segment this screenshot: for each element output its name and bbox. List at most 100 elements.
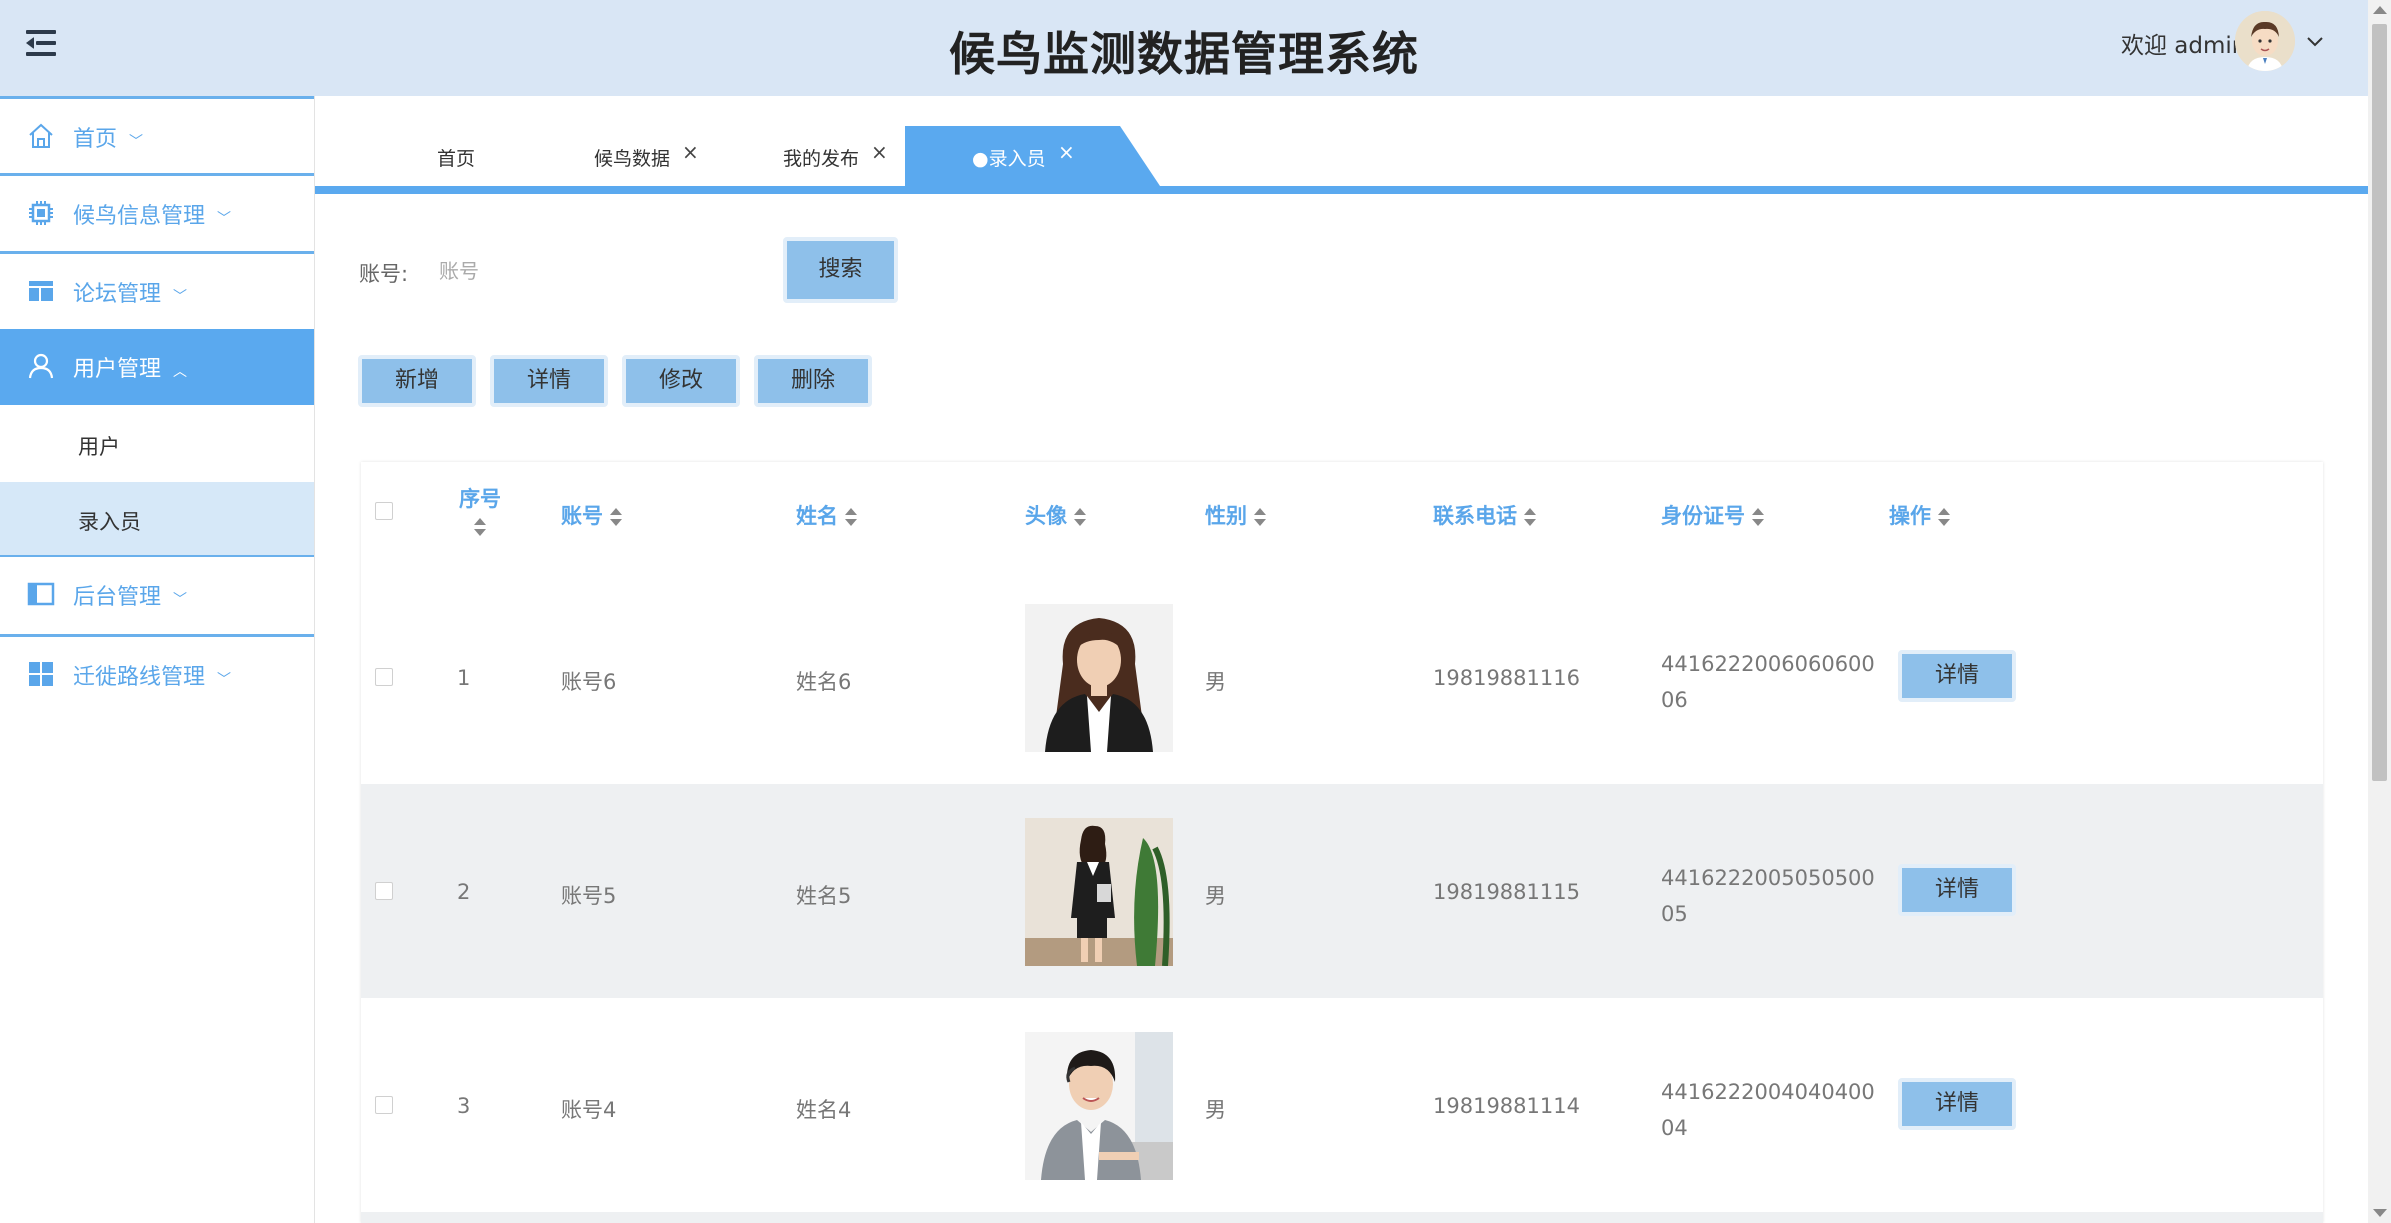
person-photo-icon bbox=[1025, 1032, 1173, 1180]
sort-icon[interactable] bbox=[609, 506, 623, 528]
sidebar-item-home[interactable]: 首页 ﹀ bbox=[0, 96, 314, 172]
add-button[interactable]: 新增 bbox=[358, 355, 476, 407]
cell-id-line: 4416222004040400 bbox=[1661, 1080, 1875, 1104]
top-header: 候鸟监测数据管理系统 欢迎 admin bbox=[0, 0, 2368, 96]
cell-phone: 19819881116 bbox=[1433, 666, 1580, 690]
close-icon[interactable]: × bbox=[871, 140, 888, 164]
column-header-label: 姓名 bbox=[796, 504, 838, 528]
person-photo-icon bbox=[1025, 604, 1173, 752]
chevron-up-icon: ︿ bbox=[173, 364, 188, 380]
cell-name: 姓名6 bbox=[796, 670, 852, 694]
panel-icon bbox=[27, 582, 55, 606]
sidebar-item-bird-info[interactable]: 候鸟信息管理 ﹀ bbox=[0, 173, 314, 249]
sidebar-item-forum[interactable]: 论坛管理 ﹀ bbox=[0, 251, 314, 327]
cell-index: 3 bbox=[457, 1094, 471, 1118]
sidebar-subitem-user[interactable]: 用户 bbox=[0, 407, 314, 482]
chevron-down-icon: ﹀ bbox=[217, 672, 232, 688]
sidebar-item-label: 候鸟信息管理 bbox=[73, 204, 206, 229]
table-row[interactable]: 2 账号5 姓名5 男 19819881115 4416222005050500 bbox=[361, 784, 2323, 998]
avatar-photo[interactable] bbox=[1025, 1032, 1173, 1180]
column-header-avatar[interactable]: 头像 bbox=[1025, 500, 1087, 530]
column-header-label: 操作 bbox=[1889, 504, 1931, 528]
sidebar-item-label: 用户管理 bbox=[73, 357, 162, 382]
sort-icon[interactable] bbox=[844, 506, 858, 528]
sidebar-item-label: 首页 bbox=[73, 127, 118, 152]
cell-account: 账号5 bbox=[561, 884, 617, 908]
sort-icon[interactable] bbox=[473, 516, 487, 538]
tab-my-posts[interactable]: 我的发布 bbox=[783, 144, 859, 171]
search-label: 账号: bbox=[359, 262, 409, 286]
sidebar: 首页 ﹀ 候鸟信息管理 ﹀ 论坛管理 ﹀ 用户管理 ︿ 用户 录入员 后台管理 … bbox=[0, 96, 315, 1223]
column-header-label: 身份证号 bbox=[1661, 504, 1745, 528]
close-icon[interactable]: × bbox=[682, 140, 699, 164]
edit-button[interactable]: 修改 bbox=[622, 355, 740, 407]
column-header-gender[interactable]: 性别 bbox=[1205, 500, 1267, 530]
column-header-label: 头像 bbox=[1025, 504, 1067, 528]
scrollbar-thumb[interactable] bbox=[2372, 24, 2387, 781]
table-row[interactable]: 3 账号4 姓名4 男 19819881114 4416222004040400… bbox=[361, 998, 2323, 1212]
scroll-down-icon[interactable] bbox=[2373, 1209, 2387, 1217]
avatar-photo[interactable] bbox=[1025, 604, 1173, 752]
cell-account: 账号6 bbox=[561, 670, 617, 694]
chevron-down-icon: ﹀ bbox=[173, 592, 188, 608]
chevron-down-icon: ﹀ bbox=[217, 211, 232, 227]
search-input[interactable] bbox=[437, 250, 771, 292]
cell-phone: 19819881114 bbox=[1433, 1094, 1580, 1118]
tab-recorder[interactable]: ●录入员 bbox=[972, 144, 1046, 171]
row-detail-button[interactable]: 详情 bbox=[1898, 864, 2016, 916]
sidebar-item-users[interactable]: 用户管理 ︿ bbox=[0, 329, 314, 405]
column-header-label: 联系电话 bbox=[1433, 504, 1517, 528]
sidebar-subitem-label: 录入员 bbox=[78, 510, 141, 534]
tab-bar: 首页 候鸟数据 × 我的发布 × ●录入员 × bbox=[315, 96, 2368, 194]
sort-icon[interactable] bbox=[1523, 506, 1537, 528]
chevron-down-icon: ﹀ bbox=[129, 134, 144, 150]
tab-home[interactable]: 首页 bbox=[437, 144, 475, 171]
sort-icon[interactable] bbox=[1751, 506, 1765, 528]
column-header-account[interactable]: 账号 bbox=[561, 500, 623, 530]
row-checkbox[interactable] bbox=[375, 882, 393, 900]
tab-bird-data[interactable]: 候鸟数据 bbox=[594, 144, 670, 171]
cell-id-number: 4416222005050500 05 bbox=[1661, 860, 1875, 932]
cell-id-line: 04 bbox=[1661, 1116, 1688, 1140]
person-photo-icon bbox=[1025, 818, 1173, 966]
chevron-down-icon: ﹀ bbox=[173, 289, 188, 305]
sidebar-subitem-recorder[interactable]: 录入员 bbox=[0, 482, 314, 557]
home-icon bbox=[29, 123, 53, 148]
cell-gender: 男 bbox=[1205, 1098, 1226, 1122]
grid-icon bbox=[29, 662, 53, 686]
avatar-photo[interactable] bbox=[1025, 818, 1173, 966]
sidebar-item-backend[interactable]: 后台管理 ﹀ bbox=[0, 557, 314, 633]
avatar[interactable] bbox=[2235, 11, 2295, 71]
row-detail-button[interactable]: 详情 bbox=[1898, 1078, 2016, 1130]
table-row bbox=[361, 1212, 2323, 1223]
row-checkbox[interactable] bbox=[375, 1096, 393, 1114]
tab-underline bbox=[315, 186, 2368, 194]
select-all-checkbox[interactable] bbox=[375, 502, 393, 520]
page-scrollbar[interactable] bbox=[2368, 0, 2391, 1223]
sort-icon[interactable] bbox=[1937, 506, 1951, 528]
cell-id-line: 4416222006060600 bbox=[1661, 652, 1875, 676]
row-checkbox[interactable] bbox=[375, 668, 393, 686]
row-detail-button[interactable]: 详情 bbox=[1898, 650, 2016, 702]
sort-icon[interactable] bbox=[1253, 506, 1267, 528]
delete-button[interactable]: 删除 bbox=[754, 355, 872, 407]
column-header-actions[interactable]: 操作 bbox=[1889, 500, 1951, 530]
column-header-id-number[interactable]: 身份证号 bbox=[1661, 500, 1765, 530]
scroll-up-icon[interactable] bbox=[2373, 6, 2387, 14]
cell-name: 姓名4 bbox=[796, 1098, 852, 1122]
cell-id-line: 05 bbox=[1661, 902, 1688, 926]
sidebar-item-migration[interactable]: 迁徙路线管理 ﹀ bbox=[0, 634, 314, 710]
close-icon[interactable]: × bbox=[1058, 140, 1075, 164]
detail-button[interactable]: 详情 bbox=[490, 355, 608, 407]
cell-gender: 男 bbox=[1205, 884, 1226, 908]
column-header-name[interactable]: 姓名 bbox=[796, 500, 858, 530]
sort-icon[interactable] bbox=[1073, 506, 1087, 528]
column-header-index[interactable]: 序号 bbox=[457, 483, 503, 538]
chevron-down-icon[interactable] bbox=[2304, 30, 2326, 52]
table-row[interactable]: 1 账号6 姓名6 男 19819881116 4416222006060600… bbox=[361, 570, 2323, 784]
sidebar-item-label: 后台管理 bbox=[73, 585, 162, 610]
cell-index: 2 bbox=[457, 880, 471, 904]
column-header-phone[interactable]: 联系电话 bbox=[1433, 500, 1537, 530]
sidebar-item-label: 论坛管理 bbox=[73, 282, 162, 307]
search-button[interactable]: 搜索 bbox=[783, 237, 898, 303]
